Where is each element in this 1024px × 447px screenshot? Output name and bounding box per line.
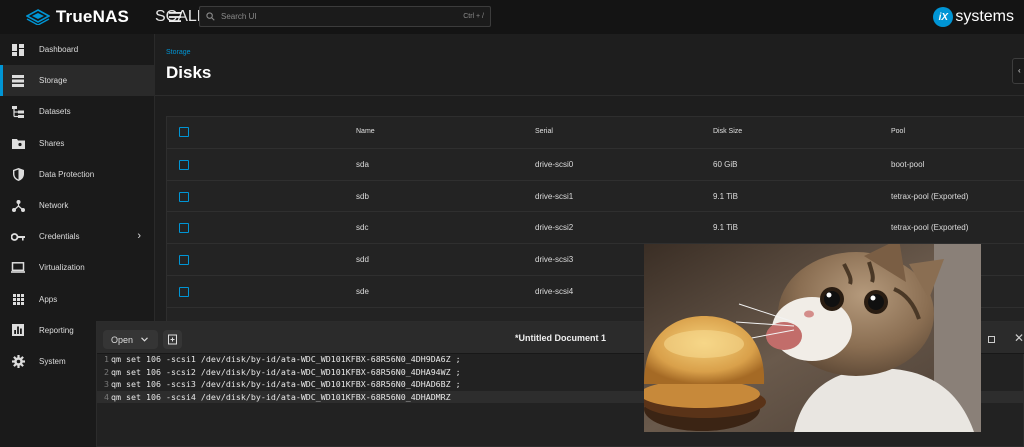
new-tab-button[interactable] xyxy=(163,330,182,349)
sidebar-item-label: Data Protection xyxy=(39,169,95,179)
line-number: 3 xyxy=(104,379,109,389)
sidebar-item-label: System xyxy=(39,356,66,366)
storage-icon xyxy=(11,74,25,88)
line-text[interactable]: qm set 106 -scsi3 /dev/disk/by-id/ata-WD… xyxy=(111,378,461,391)
column-header-pool[interactable]: Pool xyxy=(891,128,905,135)
column-header-disk-size[interactable]: Disk Size xyxy=(713,128,742,135)
search-input[interactable]: Search UI xyxy=(221,12,463,21)
sidebar-item-network[interactable]: Network xyxy=(0,190,154,221)
sidebar-item-label: Storage xyxy=(39,76,68,86)
cat-eating-burger-image xyxy=(644,244,981,432)
disk-size: 9.1 TiB xyxy=(713,191,738,201)
laptop-icon xyxy=(11,261,25,275)
row-checkbox[interactable] xyxy=(179,287,189,297)
sidebar-item-label: Shares xyxy=(39,138,65,148)
disk-size: 9.1 TiB xyxy=(713,223,738,233)
brand-name: TrueNAS xyxy=(55,7,130,26)
sidebar-item-label: Apps xyxy=(39,294,58,304)
disk-pool: tetrax-pool (Exported) xyxy=(891,223,969,233)
search-icon xyxy=(206,12,215,21)
disk-name: sdd xyxy=(356,255,369,265)
line-number: 1 xyxy=(104,354,109,364)
row-checkbox[interactable] xyxy=(179,223,189,234)
close-icon[interactable]: ✕ xyxy=(1014,331,1024,345)
toolbar-button[interactable]: ‹ xyxy=(1012,58,1024,84)
gear-icon xyxy=(11,354,25,368)
disk-serial: drive-scsi0 xyxy=(535,159,574,169)
column-header-serial[interactable]: Serial xyxy=(535,128,553,135)
line-text[interactable]: qm set 106 -scsi2 /dev/disk/by-id/ata-WD… xyxy=(111,366,461,379)
search-box[interactable]: Search UI Ctrl + / xyxy=(199,6,491,27)
line-text[interactable]: qm set 106 -scsi4 /dev/disk/by-id/ata-WD… xyxy=(111,391,451,404)
row-checkbox[interactable] xyxy=(179,255,189,266)
open-button[interactable]: Open xyxy=(103,330,158,349)
document-title: *Untitled Document 1 xyxy=(515,333,607,343)
header-divider xyxy=(155,95,1024,96)
disk-name: sdb xyxy=(356,191,369,201)
sidebar-item-dashboard[interactable]: Dashboard xyxy=(0,34,154,65)
sidebar-item-label: Reporting xyxy=(39,325,74,335)
maximize-icon[interactable] xyxy=(988,336,995,343)
new-document-icon xyxy=(168,334,177,345)
sidebar-item-credentials[interactable]: Credentials › xyxy=(0,221,154,252)
select-all-checkbox[interactable] xyxy=(179,127,189,137)
table-row[interactable]: sda drive-scsi0 60 GiB boot-pool xyxy=(167,149,1024,181)
network-icon xyxy=(11,199,25,213)
key-icon xyxy=(11,230,25,244)
truenas-logo[interactable]: TrueNAS xyxy=(0,0,155,34)
sidebar-item-apps[interactable]: Apps xyxy=(0,284,154,315)
search-shortcut-hint: Ctrl + / xyxy=(463,13,484,20)
disk-pool: tetrax-pool (Exported) xyxy=(891,191,969,201)
disk-serial: drive-scsi2 xyxy=(535,223,574,233)
row-checkbox[interactable] xyxy=(179,159,189,170)
dashboard-icon xyxy=(11,43,25,57)
shield-icon xyxy=(11,167,25,181)
sidebar-item-label: Credentials xyxy=(39,232,80,242)
sidebar-item-label: Dashboard xyxy=(39,45,79,55)
sidebar-item-virtualization[interactable]: Virtualization xyxy=(0,252,154,283)
top-bar: TrueNAS SCALE Search UI Ctrl + / iX syst… xyxy=(0,0,1024,34)
page-title: Disks xyxy=(166,63,212,82)
datasets-icon xyxy=(11,105,25,119)
truenas-logo-icon xyxy=(25,9,50,25)
table-row[interactable]: sdb drive-scsi1 9.1 TiB tetrax-pool (Exp… xyxy=(167,181,1024,213)
ix-logo-mark: iX xyxy=(933,7,954,27)
disk-serial: drive-scsi3 xyxy=(535,255,574,265)
sidebar-item-label: Datasets xyxy=(39,107,71,117)
row-checkbox[interactable] xyxy=(179,191,189,202)
shares-icon xyxy=(11,136,25,150)
disk-serial: drive-scsi4 xyxy=(535,287,574,296)
breadcrumb[interactable]: Storage xyxy=(166,49,191,56)
column-header-name[interactable]: Name xyxy=(356,128,375,135)
line-number: 4 xyxy=(104,391,109,402)
menu-toggle-icon[interactable] xyxy=(168,10,182,24)
sidebar-item-data-protection[interactable]: Data Protection xyxy=(0,159,154,190)
disk-size: 60 GiB xyxy=(713,159,738,169)
table-header: Name Serial Disk Size Pool xyxy=(167,117,1024,149)
ixsystems-logo[interactable]: iX systems xyxy=(933,7,1014,27)
sidebar-item-label: Virtualization xyxy=(39,263,85,273)
sidebar-item-label: Network xyxy=(39,201,69,211)
sidebar-item-storage[interactable]: Storage xyxy=(0,65,154,97)
sidebar-item-datasets[interactable]: Datasets xyxy=(0,96,154,127)
chevron-right-icon[interactable]: › xyxy=(137,230,141,242)
line-number: 2 xyxy=(104,366,109,377)
table-row[interactable]: sdc drive-scsi2 9.1 TiB tetrax-pool (Exp… xyxy=(167,212,1024,245)
disk-name: sde xyxy=(356,287,369,296)
chevron-down-icon xyxy=(141,337,148,342)
disk-serial: drive-scsi1 xyxy=(535,191,574,201)
disk-name: sdc xyxy=(356,223,369,233)
reporting-icon xyxy=(11,323,25,337)
ix-logo-text: systems xyxy=(955,8,1014,25)
disk-pool: boot-pool xyxy=(891,159,925,169)
apps-grid-icon xyxy=(11,292,25,306)
sidebar-item-shares[interactable]: Shares xyxy=(0,128,154,159)
open-button-label: Open xyxy=(111,334,134,345)
line-text[interactable]: qm set 106 -scsi1 /dev/disk/by-id/ata-WD… xyxy=(111,353,461,366)
disk-name: sda xyxy=(356,159,369,169)
